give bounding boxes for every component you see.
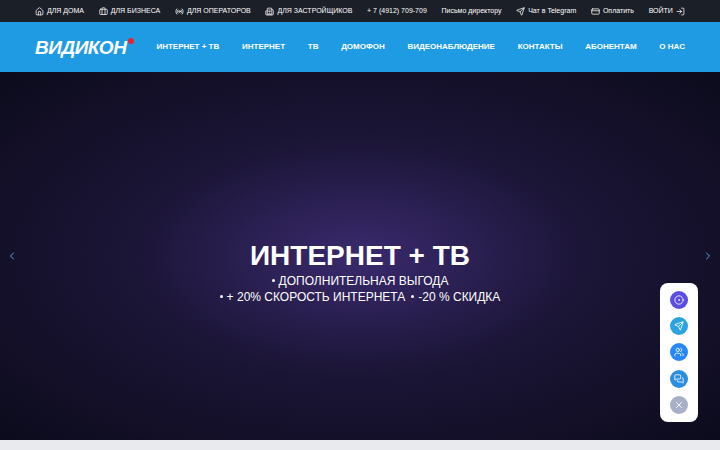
hero-text: ИНТЕРНЕТ + ТВДОПОЛНИТЕЛЬНАЯ ВЫГОДА+ 20% … [220, 208, 501, 305]
nav-item[interactable]: ИНТЕРНЕТ [242, 41, 285, 53]
telegram-icon [674, 321, 684, 331]
top-bar: ДЛЯ ДОМА ДЛЯ БИЗНЕСА ДЛЯ ОПЕРАТОРОВ ДЛЯ ЗАС… [0, 0, 720, 22]
contact-widget [660, 283, 698, 422]
login-link[interactable]: ВОЙТИ [649, 6, 685, 17]
top-bar-link[interactable]: Чат в Telegram [516, 6, 576, 17]
page: ДЛЯ ДОМА ДЛЯ БИЗНЕСА ДЛЯ ОПЕРАТОРОВ ДЛЯ ЗАС… [0, 0, 720, 450]
top-bar-link[interactable]: Оплатить [591, 6, 634, 17]
nav-item[interactable]: ДОМОФОН [341, 41, 385, 53]
nav-item[interactable]: О НАС [659, 41, 685, 53]
operators-icon [175, 7, 184, 16]
next-slide-icon[interactable] [702, 250, 714, 262]
top-bar-link[interactable]: ДЛЯ ДОМА [35, 6, 84, 17]
nav-item[interactable]: ТВ [308, 41, 319, 53]
nav-item[interactable]: КОНТАКТЫ [518, 41, 563, 53]
business-icon [99, 7, 108, 16]
top-bar-link[interactable]: ДЛЯ БИЗНЕСА [99, 6, 160, 17]
hero-line: + 20% СКОРОСТЬ ИНТЕРНЕТА-20 % СКИДКА [220, 289, 501, 305]
chat-icon [674, 374, 684, 384]
top-bar-link[interactable]: ДЛЯ ОПЕРАТОРОВ [175, 6, 251, 17]
telegram-icon [516, 7, 525, 16]
close-icon [674, 400, 684, 410]
hero-line: ДОПОЛНИТЕЛЬНАЯ ВЫГОДА [272, 273, 449, 289]
widget-button[interactable] [670, 370, 688, 388]
builders-icon [265, 7, 274, 16]
nav-item[interactable]: АБОНЕНТАМ [585, 41, 636, 53]
login-icon [676, 7, 685, 16]
max-icon [674, 295, 684, 305]
logo[interactable]: ВИДИКОН [35, 38, 134, 57]
top-bar-link[interactable]: + 7 (4912) 709-709 [367, 6, 427, 17]
nav-bar: ВИДИКОН ИНТЕРНЕТ + ТВ ИНТЕРНЕТ ТВ ДОМОФОН ВИД… [0, 22, 720, 72]
top-bar-link[interactable]: Письмо директору [442, 6, 502, 17]
widget-button[interactable] [670, 317, 688, 335]
nav-item[interactable]: ВИДЕОНАБЛЮДЕНИЕ [407, 41, 494, 53]
top-bar-link[interactable]: ДЛЯ ЗАСТРОЙЩИКОВ [265, 6, 352, 17]
prev-slide-icon[interactable] [6, 250, 18, 262]
widget-button[interactable] [670, 396, 688, 414]
home-icon [35, 7, 44, 16]
widget-button[interactable] [670, 343, 688, 361]
nav-item[interactable]: ИНТЕРНЕТ + ТВ [156, 41, 219, 53]
logo-dot-icon [128, 38, 134, 44]
vk-icon [674, 347, 684, 357]
hero-title: ИНТЕРНЕТ + ТВ [250, 238, 470, 273]
widget-button[interactable] [670, 291, 688, 309]
bottom-strip [0, 440, 720, 450]
hero-banner: ИНТЕРНЕТ + ТВДОПОЛНИТЕЛЬНАЯ ВЫГОДА+ 20% … [0, 72, 720, 440]
card-icon [591, 7, 600, 16]
